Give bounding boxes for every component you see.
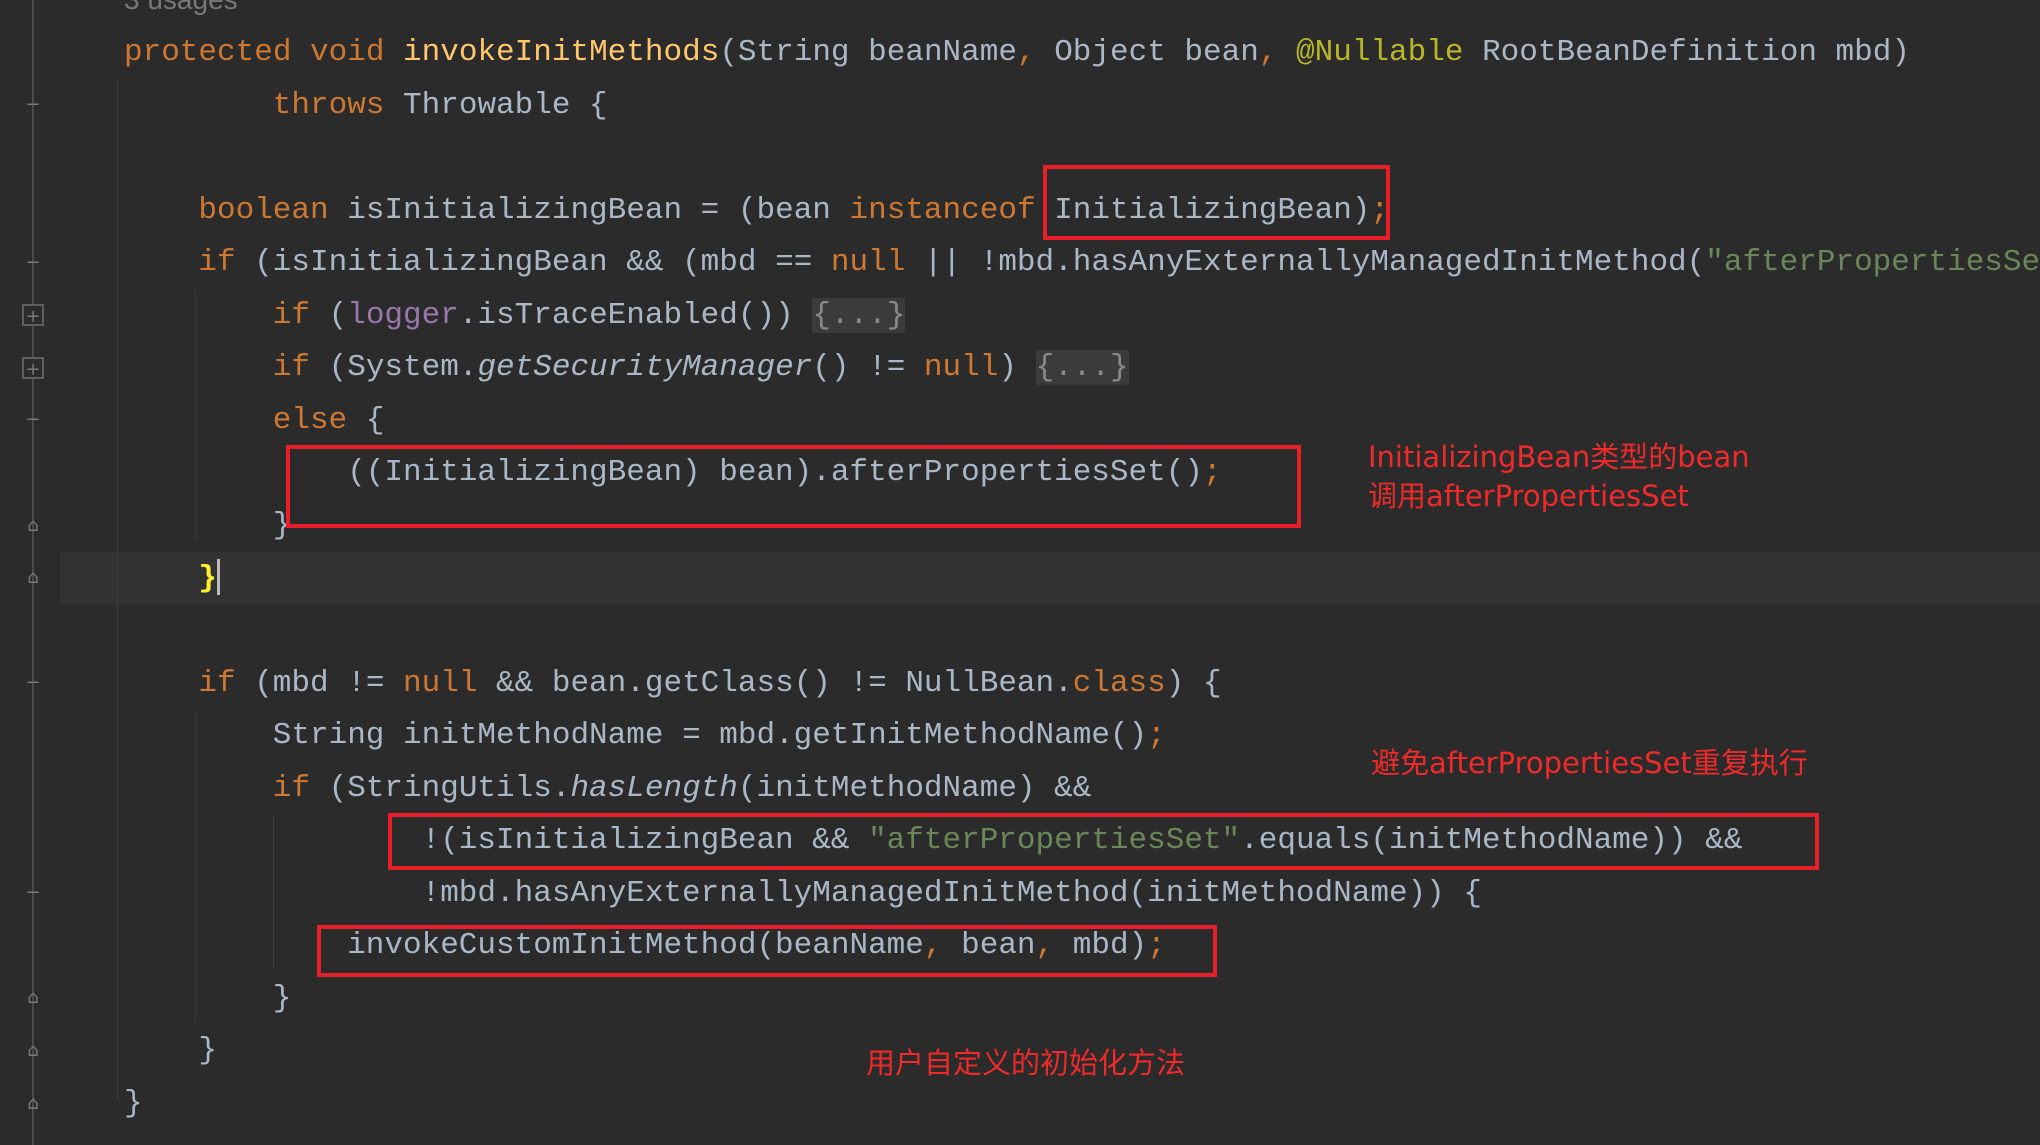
code-token: || !mbd.hasAnyExternallyManagedInitMetho…: [923, 245, 1706, 281]
current-line-highlight: [60, 552, 2040, 605]
code-token: (isInitializingBean && (mbd ==: [254, 245, 831, 281]
code-line[interactable]: !mbd.hasAnyExternallyManagedInitMethod(i…: [422, 868, 1482, 921]
code-token: }: [198, 1033, 217, 1069]
annotation-line: InitializingBean类型的bean: [1368, 440, 1750, 474]
code-token: && bean.getClass() != NullBean.: [496, 665, 1073, 701]
code-token: @Nullable: [1296, 35, 1483, 70]
fold-collapse-icon[interactable]: −: [22, 882, 44, 904]
code-token: .isTraceEnabled()): [458, 297, 813, 333]
code-token: "afterPropertiesSet": [1705, 245, 2040, 281]
code-token: String initMethodName = mbd.getInitMetho…: [272, 718, 1148, 754]
code-token: ): [998, 350, 1036, 386]
annotation-line: 调用afterPropertiesSet: [1368, 479, 1689, 513]
code-token: if: [272, 350, 329, 386]
code-token: else: [272, 402, 366, 438]
code-token: RootBeanDefinition mbd): [1482, 35, 1910, 70]
code-line[interactable]: }: [198, 1025, 217, 1078]
fold-expand-icon[interactable]: +: [22, 304, 44, 327]
code-line[interactable]: else {: [273, 395, 385, 448]
code-token: logger: [347, 297, 459, 333]
fold-end-icon[interactable]: ⌂: [22, 515, 44, 537]
code-token: !mbd.hasAnyExternallyManagedInitMethod(i…: [421, 875, 1482, 911]
code-line[interactable]: protected void invokeInitMethods(String …: [124, 27, 1910, 80]
code-token: (mbd !=: [254, 665, 404, 701]
code-token: null: [830, 245, 924, 281]
code-token: class: [1072, 665, 1166, 701]
fold-collapse-icon[interactable]: −: [22, 672, 44, 694]
fold-end-icon[interactable]: ⌂: [22, 987, 44, 1009]
code-line[interactable]: if (logger.isTraceEnabled()) {...}: [273, 290, 906, 343]
code-token: ;: [1147, 718, 1166, 754]
code-line[interactable]: }: [198, 553, 220, 606]
code-token: getSecurityManager: [477, 350, 813, 386]
text-caret: [217, 559, 220, 596]
code-token: (initMethodName) &&: [737, 770, 1092, 806]
highlight-box-after-properties-set: [286, 445, 1301, 528]
code-token: (String beanName: [719, 35, 1017, 70]
code-token: null: [923, 350, 999, 386]
code-token: () !=: [812, 350, 924, 386]
fold-end-icon[interactable]: ⌂: [22, 567, 44, 589]
fold-collapse-icon[interactable]: −: [22, 409, 44, 431]
code-token: if: [198, 665, 255, 701]
code-token: {: [365, 402, 385, 438]
fold-expand-icon[interactable]: +: [22, 356, 44, 380]
code-token: Object bean: [1054, 35, 1259, 70]
code-token: ,: [1258, 35, 1297, 70]
indent-guide: [195, 290, 196, 540]
code-token: isInitializingBean = (bean: [347, 192, 850, 228]
folded-code-placeholder[interactable]: {...}: [812, 297, 906, 333]
annotation-initializing-bean: InitializingBean类型的bean 调用afterPropertie…: [1368, 438, 1750, 516]
code-line[interactable]: if (isInitializingBean && (mbd == null |…: [198, 237, 2040, 290]
code-line[interactable]: String initMethodName = mbd.getInitMetho…: [273, 710, 1166, 763]
code-token: Throwable {: [403, 87, 608, 123]
code-token: if: [198, 245, 255, 281]
code-token: protected void: [124, 35, 404, 70]
indent-guide: [195, 712, 196, 1022]
highlight-box-custom-init: [317, 925, 1217, 977]
code-token: (: [328, 297, 348, 333]
code-token: ,: [1016, 35, 1055, 70]
code-token: ) {: [1165, 665, 1222, 701]
code-token: (StringUtils.: [328, 770, 571, 806]
code-line[interactable]: throws Throwable {: [273, 80, 608, 133]
fold-collapse-icon[interactable]: −: [22, 94, 44, 116]
code-token: }: [272, 980, 292, 1016]
code-token: null: [403, 665, 497, 701]
fold-collapse-icon[interactable]: −: [22, 252, 44, 274]
indent-guide: [117, 80, 118, 1100]
code-line[interactable]: if (mbd != null && bean.getClass() != Nu…: [198, 658, 1221, 711]
code-token: }: [124, 1086, 143, 1121]
indent-guide: [273, 815, 274, 970]
usages-hint[interactable]: 3 usages: [124, 0, 238, 27]
code-token: invokeInitMethods: [403, 35, 720, 70]
code-token: }: [198, 560, 217, 596]
code-line[interactable]: }: [273, 973, 292, 1026]
code-line[interactable]: if (System.getSecurityManager() != null)…: [273, 342, 1129, 395]
code-token: throws: [272, 87, 404, 123]
highlight-box-instanceof: [1043, 165, 1390, 240]
code-token: instanceof: [849, 192, 1055, 228]
fold-end-icon[interactable]: ⌂: [22, 1040, 44, 1062]
code-token: boolean: [198, 192, 348, 228]
code-token: if: [272, 770, 329, 806]
highlight-box-duplicate-check: [388, 813, 1819, 870]
code-line[interactable]: }: [124, 1078, 143, 1131]
code-token: (System.: [328, 350, 478, 386]
folded-code-placeholder[interactable]: {...}: [1035, 350, 1129, 386]
annotation-custom-init: 用户自定义的初始化方法: [866, 1046, 1186, 1080]
fold-end-icon[interactable]: ⌂: [22, 1093, 44, 1115]
code-token: if: [272, 297, 329, 333]
code-token: hasLength: [570, 770, 738, 806]
code-line[interactable]: if (StringUtils.hasLength(initMethodName…: [273, 763, 1092, 816]
annotation-avoid-duplicate: 避免afterPropertiesSet重复执行: [1371, 746, 1808, 780]
